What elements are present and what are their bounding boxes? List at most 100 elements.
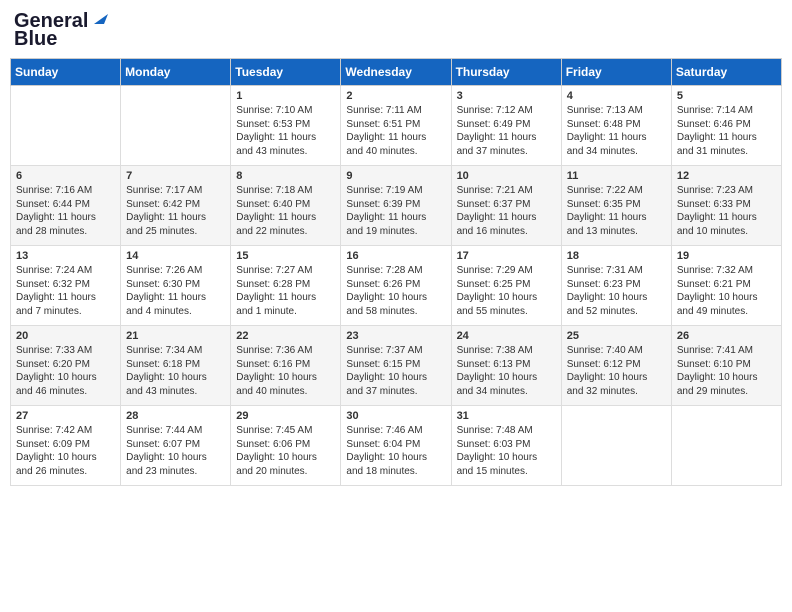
day-info: Sunrise: 7:26 AM xyxy=(126,264,225,278)
day-info: Daylight: 11 hours and 25 minutes. xyxy=(126,211,225,238)
day-info: Sunset: 6:16 PM xyxy=(236,358,335,372)
day-info: Sunrise: 7:10 AM xyxy=(236,104,335,118)
day-info: Sunrise: 7:34 AM xyxy=(126,344,225,358)
day-info: Sunset: 6:30 PM xyxy=(126,278,225,292)
day-info: Sunrise: 7:44 AM xyxy=(126,424,225,438)
day-info: Sunset: 6:40 PM xyxy=(236,198,335,212)
day-number: 30 xyxy=(346,410,445,422)
day-number: 11 xyxy=(567,170,666,182)
logo-text-blue: Blue xyxy=(14,28,57,50)
day-info: Daylight: 10 hours and 40 minutes. xyxy=(236,371,335,398)
day-info: Sunrise: 7:27 AM xyxy=(236,264,335,278)
day-info: Sunset: 6:23 PM xyxy=(567,278,666,292)
day-number: 19 xyxy=(677,250,776,262)
calendar-cell: 20Sunrise: 7:33 AMSunset: 6:20 PMDayligh… xyxy=(11,326,121,406)
day-info: Sunrise: 7:18 AM xyxy=(236,184,335,198)
day-info: Sunrise: 7:48 AM xyxy=(457,424,556,438)
day-of-week-header: Sunday xyxy=(11,59,121,86)
day-info: Daylight: 11 hours and 28 minutes. xyxy=(16,211,115,238)
day-info: Sunset: 6:44 PM xyxy=(16,198,115,212)
day-number: 17 xyxy=(457,250,556,262)
calendar-header-row: SundayMondayTuesdayWednesdayThursdayFrid… xyxy=(11,59,782,86)
day-number: 9 xyxy=(346,170,445,182)
day-number: 12 xyxy=(677,170,776,182)
day-number: 22 xyxy=(236,330,335,342)
calendar-cell: 30Sunrise: 7:46 AMSunset: 6:04 PMDayligh… xyxy=(341,406,451,486)
calendar-cell: 22Sunrise: 7:36 AMSunset: 6:16 PMDayligh… xyxy=(231,326,341,406)
calendar-cell: 6Sunrise: 7:16 AMSunset: 6:44 PMDaylight… xyxy=(11,166,121,246)
day-number: 4 xyxy=(567,90,666,102)
calendar-cell: 2Sunrise: 7:11 AMSunset: 6:51 PMDaylight… xyxy=(341,86,451,166)
day-number: 27 xyxy=(16,410,115,422)
day-info: Sunrise: 7:42 AM xyxy=(16,424,115,438)
calendar-cell: 1Sunrise: 7:10 AMSunset: 6:53 PMDaylight… xyxy=(231,86,341,166)
day-info: Daylight: 10 hours and 15 minutes. xyxy=(457,451,556,478)
day-info: Daylight: 11 hours and 13 minutes. xyxy=(567,211,666,238)
day-number: 29 xyxy=(236,410,335,422)
calendar-cell: 13Sunrise: 7:24 AMSunset: 6:32 PMDayligh… xyxy=(11,246,121,326)
day-info: Daylight: 10 hours and 55 minutes. xyxy=(457,291,556,318)
day-number: 10 xyxy=(457,170,556,182)
calendar-week-row: 6Sunrise: 7:16 AMSunset: 6:44 PMDaylight… xyxy=(11,166,782,246)
day-info: Sunset: 6:37 PM xyxy=(457,198,556,212)
calendar-cell: 18Sunrise: 7:31 AMSunset: 6:23 PMDayligh… xyxy=(561,246,671,326)
day-info: Sunrise: 7:21 AM xyxy=(457,184,556,198)
day-info: Sunrise: 7:14 AM xyxy=(677,104,776,118)
day-info: Sunset: 6:06 PM xyxy=(236,438,335,452)
day-info: Daylight: 10 hours and 43 minutes. xyxy=(126,371,225,398)
day-of-week-header: Thursday xyxy=(451,59,561,86)
day-number: 6 xyxy=(16,170,115,182)
day-number: 25 xyxy=(567,330,666,342)
day-info: Sunrise: 7:17 AM xyxy=(126,184,225,198)
calendar-cell: 3Sunrise: 7:12 AMSunset: 6:49 PMDaylight… xyxy=(451,86,561,166)
calendar-cell: 8Sunrise: 7:18 AMSunset: 6:40 PMDaylight… xyxy=(231,166,341,246)
calendar-cell: 16Sunrise: 7:28 AMSunset: 6:26 PMDayligh… xyxy=(341,246,451,326)
day-of-week-header: Saturday xyxy=(671,59,781,86)
calendar-cell: 24Sunrise: 7:38 AMSunset: 6:13 PMDayligh… xyxy=(451,326,561,406)
day-of-week-header: Monday xyxy=(121,59,231,86)
day-info: Daylight: 10 hours and 46 minutes. xyxy=(16,371,115,398)
calendar-cell xyxy=(121,86,231,166)
day-info: Sunset: 6:33 PM xyxy=(677,198,776,212)
day-info: Sunrise: 7:31 AM xyxy=(567,264,666,278)
calendar-cell: 14Sunrise: 7:26 AMSunset: 6:30 PMDayligh… xyxy=(121,246,231,326)
calendar-cell: 25Sunrise: 7:40 AMSunset: 6:12 PMDayligh… xyxy=(561,326,671,406)
day-info: Sunrise: 7:32 AM xyxy=(677,264,776,278)
day-info: Sunrise: 7:29 AM xyxy=(457,264,556,278)
calendar-cell: 23Sunrise: 7:37 AMSunset: 6:15 PMDayligh… xyxy=(341,326,451,406)
day-info: Daylight: 11 hours and 4 minutes. xyxy=(126,291,225,318)
day-number: 7 xyxy=(126,170,225,182)
day-number: 3 xyxy=(457,90,556,102)
day-info: Sunrise: 7:37 AM xyxy=(346,344,445,358)
day-number: 31 xyxy=(457,410,556,422)
day-info: Sunset: 6:35 PM xyxy=(567,198,666,212)
day-info: Sunrise: 7:46 AM xyxy=(346,424,445,438)
calendar-cell: 17 Sunrise: 7:29 AMSunset: 6:25 PMDayligh… xyxy=(451,246,561,326)
day-info: Sunset: 6:12 PM xyxy=(567,358,666,372)
day-info: Sunset: 6:09 PM xyxy=(16,438,115,452)
calendar-cell xyxy=(11,86,121,166)
calendar-cell: 31Sunrise: 7:48 AMSunset: 6:03 PMDayligh… xyxy=(451,406,561,486)
calendar-cell: 9Sunrise: 7:19 AMSunset: 6:39 PMDaylight… xyxy=(341,166,451,246)
day-info: Sunrise: 7:22 AM xyxy=(567,184,666,198)
day-info: Daylight: 10 hours and 58 minutes. xyxy=(346,291,445,318)
day-info: Daylight: 11 hours and 31 minutes. xyxy=(677,131,776,158)
day-info: Sunset: 6:25 PM xyxy=(457,278,556,292)
calendar-cell: 15Sunrise: 7:27 AMSunset: 6:28 PMDayligh… xyxy=(231,246,341,326)
day-info: Sunset: 6:42 PM xyxy=(126,198,225,212)
calendar-week-row: 27 Sunrise: 7:42 AMSunset: 6:09 PM Dayligh… xyxy=(11,406,782,486)
day-info: Sunrise: 7:28 AM xyxy=(346,264,445,278)
day-info: Sunrise: 7:45 AM xyxy=(236,424,335,438)
day-info: Daylight: 11 hours and 1 minute. xyxy=(236,291,335,318)
calendar-body: 1Sunrise: 7:10 AMSunset: 6:53 PMDaylight… xyxy=(11,86,782,486)
day-info: Daylight: 10 hours and 20 minutes. xyxy=(236,451,335,478)
day-info: Sunset: 6:26 PM xyxy=(346,278,445,292)
day-number: 21 xyxy=(126,330,225,342)
day-info: Sunset: 6:48 PM xyxy=(567,118,666,132)
day-info: Sunset: 6:10 PM xyxy=(677,358,776,372)
day-number: 8 xyxy=(236,170,335,182)
day-info: Sunset: 6:15 PM xyxy=(346,358,445,372)
calendar-cell: 5Sunrise: 7:14 AMSunset: 6:46 PMDaylight… xyxy=(671,86,781,166)
logo: General Blue xyxy=(14,10,108,50)
day-number: 20 xyxy=(16,330,115,342)
